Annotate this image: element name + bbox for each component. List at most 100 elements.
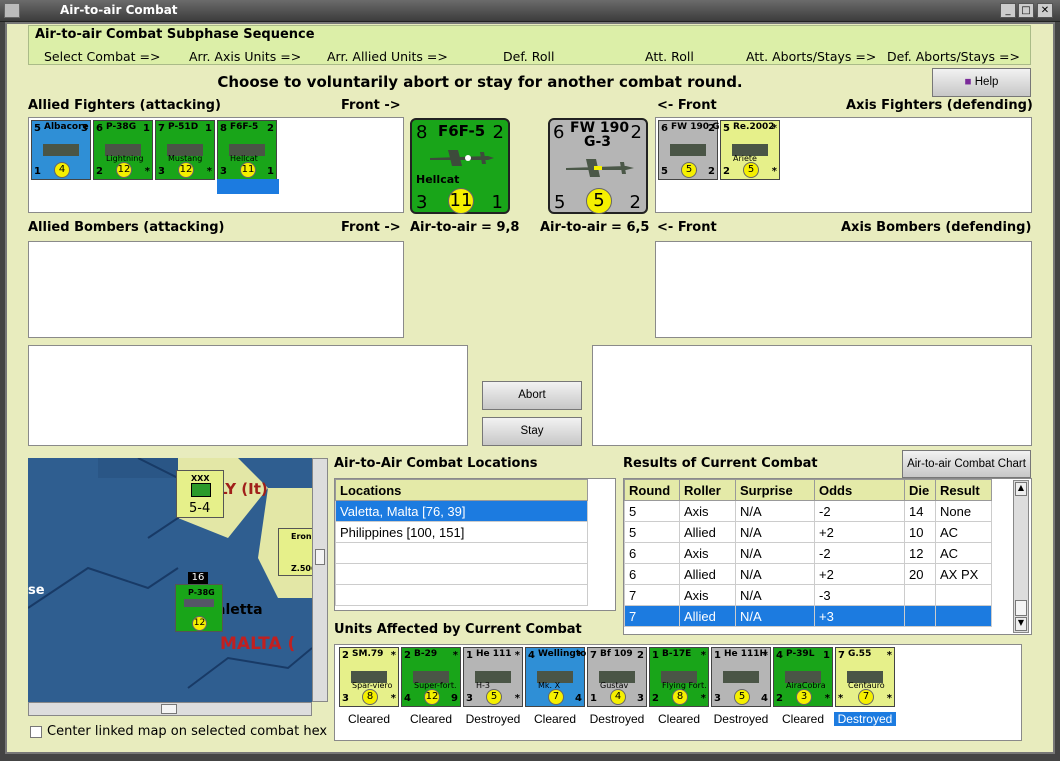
selected-unit-marker — [217, 179, 279, 194]
result-row[interactable]: 5 Axis N/A -2 14 None — [624, 500, 992, 522]
center-map-checkbox[interactable] — [30, 726, 42, 738]
maximize-icon[interactable]: □ — [1018, 3, 1034, 18]
window-title: Air-to-air Combat — [60, 3, 178, 17]
unit-counter[interactable]: 2 SM.79 * Spar-viero 3 * 8 — [339, 647, 399, 707]
results-table: Round Roller Surprise Odds Die Result 5A… — [624, 479, 992, 627]
result-row[interactable]: 5 Allied N/A +2 10 AC — [624, 521, 992, 543]
unit-counter[interactable]: 1 B-17E * Flying Fort. 2 * 8 — [649, 647, 709, 707]
counter-coin: 5 — [486, 689, 502, 705]
location-row-selected[interactable]: Valetta, Malta [76, 39] — [335, 500, 588, 522]
unit-counter[interactable]: 1 He 111H * 3 4 5 — [711, 647, 771, 707]
result-cell: 12 — [904, 542, 936, 564]
p38-plane-icon — [184, 599, 214, 607]
big-axis-bl: 5 — [554, 192, 566, 213]
result-row[interactable]: 6 Allied N/A +2 20 AX PX — [624, 563, 992, 585]
results-scrollbar[interactable]: ▲ ▼ — [1013, 480, 1029, 633]
map-seaplane-model: Z.506 — [291, 564, 312, 573]
title-bar: Air-to-air Combat _ □ ✕ — [0, 0, 1060, 22]
unit-counter[interactable]: 5 Re.2002 * Ariete 2 * 5 — [720, 120, 780, 180]
map-air-counter[interactable]: P-38G 12 — [175, 584, 223, 632]
map-horizontal-scrollbar[interactable] — [28, 702, 312, 716]
result-cell: -2 — [814, 500, 905, 522]
unit-counter[interactable]: 4 Wellington * Mk. X47 — [525, 647, 593, 707]
locations-list[interactable]: Locations Valetta, Malta [76, 39] Philip… — [334, 478, 616, 611]
map-seaplane-name: Erone — [291, 532, 312, 541]
front-label-allied: Front -> — [341, 98, 401, 113]
map-hscroll-thumb[interactable] — [161, 704, 177, 714]
allied-info-box — [28, 345, 468, 446]
counter-bottom-left: 3 — [220, 166, 227, 177]
unit-counter[interactable]: 4 P-39L 1 AiraCobra 2 * 3 — [773, 647, 833, 707]
unit-counter[interactable]: 6 P-38G 1 Lightning 2 * 12 — [93, 120, 153, 180]
map-vertical-scrollbar[interactable] — [312, 458, 328, 702]
step-select-combat: Select Combat => — [44, 49, 161, 64]
col-roller: Roller — [679, 479, 736, 501]
affected-units-box[interactable]: 2 SM.79 * Spar-viero 3 * 8 Cleared 2 B-29 * Super-f… — [334, 644, 1022, 741]
col-round: Round — [624, 479, 680, 501]
axis-fighters-box[interactable]: 6 FW 190 G-3 2 5 2 5 5 Re.2002 * Ariete 2 * 5 — [655, 117, 1032, 213]
col-surprise: Surprise — [735, 479, 815, 501]
results-scroll-thumb[interactable] — [1015, 600, 1027, 616]
result-cell: Allied — [679, 563, 736, 585]
counter-bottom-right: * — [771, 166, 777, 177]
unit-status-label: Destroyed — [713, 712, 769, 726]
counter-top-right: 3 — [81, 123, 88, 134]
axis-bombers-box[interactable] — [655, 241, 1032, 338]
counter-bottom-right: * — [514, 693, 520, 704]
counter-bottom-left: 3 — [466, 693, 473, 704]
counter-coin: 5 — [681, 162, 697, 178]
map-army-counter[interactable]: XXX 5-4 — [176, 470, 224, 518]
counter-coin: 11 — [240, 162, 256, 178]
unit-counter[interactable]: 7 Bf 109 2 Gustav 1 3 4 — [587, 647, 647, 707]
counter-top-right: * — [771, 123, 777, 134]
unit-counter[interactable]: 1 He 111 * H-3 3 * 5 — [463, 647, 523, 707]
unit-counter[interactable]: 7 G.55 * Centauro * * 7 — [835, 647, 895, 707]
window-menu-icon[interactable] — [4, 3, 20, 18]
close-icon[interactable]: ✕ — [1037, 3, 1053, 18]
result-row[interactable]: 6 Axis N/A -2 12 AC — [624, 542, 992, 564]
map-vscroll-thumb[interactable] — [315, 549, 325, 565]
counter-name: P-51D — [168, 122, 199, 132]
abort-button[interactable]: Abort — [482, 381, 582, 410]
location-row[interactable]: Philippines [100, 151] — [335, 521, 588, 543]
counter-coin: 7 — [548, 689, 564, 705]
counter-top-left: 6 — [661, 123, 668, 134]
unit-status-label: Cleared — [409, 712, 453, 726]
unit-counter[interactable]: 5 Albacore 3 1 4 — [31, 120, 91, 180]
map-army-strength: 5-4 — [189, 501, 211, 516]
counter-bottom-right: 9 — [451, 693, 458, 704]
result-cell: N/A — [735, 605, 815, 627]
scroll-down-icon[interactable]: ▼ — [1015, 617, 1027, 631]
stay-button[interactable]: Stay — [482, 417, 582, 446]
counter-coin: 7 — [858, 689, 874, 705]
counter-top-left: 4 — [528, 650, 535, 661]
counter-bottom-right: * — [700, 693, 706, 704]
help-button[interactable]: ■ Help — [932, 68, 1031, 97]
scroll-up-icon[interactable]: ▲ — [1015, 482, 1027, 496]
minimize-icon[interactable]: _ — [1000, 3, 1016, 18]
counter-bottom-right: 1 — [267, 166, 274, 177]
air-combat-chart-button[interactable]: Air-to-air Combat Chart — [902, 450, 1031, 478]
linked-map[interactable]: se LY (It) MALTA ( aletta XXX 5-4 16 P-3… — [28, 458, 312, 702]
unit-counter[interactable]: 6 FW 190 G-3 2 5 2 5 — [658, 120, 730, 180]
counter-top-right: * — [700, 650, 706, 661]
counter-coin: 5 — [734, 689, 750, 705]
unit-counter[interactable]: 2 B-29 * Super-fort. 4 9 12 — [401, 647, 461, 707]
counter-name: Re.2002 — [733, 122, 775, 132]
infantry-icon — [191, 483, 211, 497]
unit-counter[interactable]: 7 P-51D 1 Mustang 3 * 12 — [155, 120, 215, 180]
counter-bottom-left: 1 — [34, 166, 41, 177]
allied-fighters-box[interactable]: 5 Albacore 3 1 4 6 P-38G 1 Lightning 2 * 12 7 P-51D 1 M… — [28, 117, 404, 213]
unit-status-label: Destroyed — [834, 712, 896, 726]
result-row[interactable]: 7 Allied N/A +3 — [624, 605, 992, 627]
counter-name: Bf 109 — [600, 649, 633, 659]
result-cell: -2 — [814, 542, 905, 564]
map-seaplane-counter[interactable]: Erone Z.506 — [278, 528, 312, 576]
counter-bottom-left: 5 — [661, 166, 668, 177]
unit-counter[interactable]: 8 F6F-5 2 Hellcat 3 1 11 — [217, 120, 277, 180]
allied-bombers-box[interactable] — [28, 241, 404, 338]
step-att-roll: Att. Roll — [645, 49, 694, 64]
result-cell: Axis — [679, 500, 736, 522]
unit-status-label: Destroyed — [465, 712, 521, 726]
result-row[interactable]: 7 Axis N/A -3 — [624, 584, 992, 606]
